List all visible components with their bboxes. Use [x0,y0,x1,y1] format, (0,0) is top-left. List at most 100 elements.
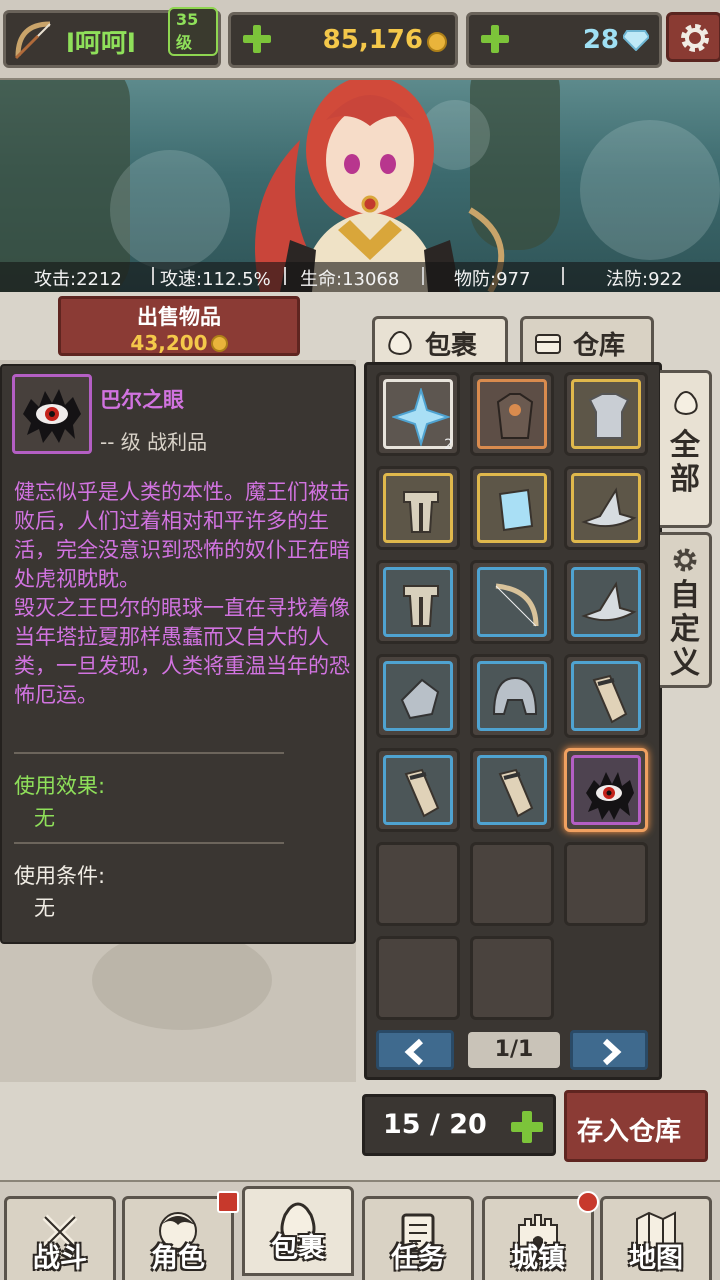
empty-slot[interactable] [470,936,554,1020]
nav-quests[interactable]: 任务 [362,1196,474,1280]
gem-amount: 28 [582,25,619,55]
nav-battle[interactable]: 战斗 [4,1196,116,1280]
item-frame [383,567,453,637]
hero-character [255,80,505,292]
tab-bag-label: 包裹 [425,331,478,361]
next-page-button[interactable] [570,1030,648,1070]
add-gem-button[interactable] [481,25,509,53]
greaves-icon [403,585,439,627]
add-gold-button[interactable] [243,25,271,53]
stats-bar: 攻击:2212 攻速:112.5% 生命:13068 物防:977 法防:922 [0,262,720,292]
inventory-slot[interactable] [376,654,460,738]
inventory-slot[interactable] [376,560,460,644]
alert-badge [217,1191,239,1213]
stat-separator [422,267,424,285]
nav-label: 地图 [629,1243,683,1274]
store-to-storage-button[interactable]: 存入仓库 [564,1090,708,1162]
empty-slot[interactable] [564,842,648,926]
inventory-slot[interactable] [564,466,648,550]
inventory-slot[interactable] [564,654,648,738]
divider [14,752,284,754]
empty-slot[interactable] [470,842,554,926]
item-frame [571,661,641,731]
inventory-slot[interactable] [470,372,554,456]
gear-icon [673,548,697,572]
use-effect-label: 使用效果: [14,774,106,798]
sell-title: 出售物品 [137,305,221,329]
inventory-slot[interactable] [470,560,554,644]
player-profile[interactable]: l呵呵l 35 级 [3,7,221,68]
chevron-right-icon [602,1038,622,1066]
hat-icon [581,581,637,622]
nav-label: 角色 [151,1243,205,1274]
bow-icon [14,21,51,60]
scroll-icon [498,488,534,532]
tab-storage-label: 仓库 [573,331,626,361]
bracer-icon [404,768,440,818]
item-frame [477,567,547,637]
tab-bag[interactable]: 包裹 [372,316,508,366]
gold-counter: 85,176 [228,12,458,68]
empty-slot[interactable] [376,842,460,926]
stat-magic-def: 法防:922 [606,269,683,290]
settings-button[interactable] [666,12,720,62]
stat-separator [152,267,154,285]
sell-button[interactable]: 出售物品 43,200 [58,296,300,356]
item-frame [477,755,547,825]
inventory-slot[interactable] [470,748,554,832]
inventory-slot[interactable] [564,560,648,644]
stat-attack: 攻击:2212 [34,269,122,290]
capacity-value: 15 / 20 [383,1109,487,1140]
bag-capacity: 15 / 20 [362,1094,556,1156]
chevron-left-icon [404,1038,424,1066]
top-bar: l呵呵l 35 级 85,176 28 [0,0,720,80]
stat-attack-speed: 攻速:112.5% [160,269,271,290]
bokeh [110,150,230,270]
divider [14,842,284,844]
nav-label: 任务 [391,1243,445,1274]
gear-icon [681,24,709,52]
gem-counter: 28 [466,12,662,68]
inventory-slot[interactable]: 2 [376,372,460,456]
bracer-icon [592,674,628,724]
filter-all[interactable]: 全部 [660,370,712,528]
stat-separator [284,267,286,285]
filter-custom-label: 自定义 [670,578,700,681]
greaves-icon [403,491,439,533]
bokeh [580,120,720,260]
item-frame [477,661,547,731]
nav-town[interactable]: 城镇 [482,1191,599,1280]
item-description: 健忘似乎是人类的本性。魔王们被击败后，人们过着相对和平许多的生活，完全没意识到恐… [14,480,350,707]
eye-icon [586,772,634,820]
prev-page-button[interactable] [376,1030,454,1070]
inventory-slot[interactable] [470,654,554,738]
page-indicator: 1/1 [468,1032,560,1068]
use-effect-value: 无 [34,806,55,830]
bag-icon [388,331,412,355]
inventory-slot[interactable] [376,466,460,550]
inventory-slot[interactable] [564,748,648,832]
inventory-slot[interactable] [376,748,460,832]
filter-custom[interactable]: 自定义 [660,532,712,688]
expand-capacity-button[interactable] [511,1111,543,1143]
item-frame [571,755,641,825]
empty-slot[interactable] [376,936,460,1020]
armor-icon [496,393,534,439]
nav-bag[interactable]: 包裹 [242,1186,354,1276]
coin-icon [210,335,228,352]
inventory-slot[interactable] [564,372,648,456]
stat-separator [562,267,564,285]
emblem-watermark [92,930,272,1030]
item-frame [571,473,641,543]
stat-phys-def: 物防:977 [454,269,531,290]
tab-storage[interactable]: 仓库 [520,316,654,366]
item-frame [477,473,547,543]
inventory-slot[interactable] [470,466,554,550]
item-level: -- 级 战利品 [100,430,208,454]
nav-map[interactable]: 地图 [600,1196,712,1280]
new-badge [577,1191,599,1213]
nav-character[interactable]: 角色 [122,1191,239,1280]
chestplate-icon [588,393,630,439]
bracer-icon [498,768,534,818]
item-frame [571,567,641,637]
